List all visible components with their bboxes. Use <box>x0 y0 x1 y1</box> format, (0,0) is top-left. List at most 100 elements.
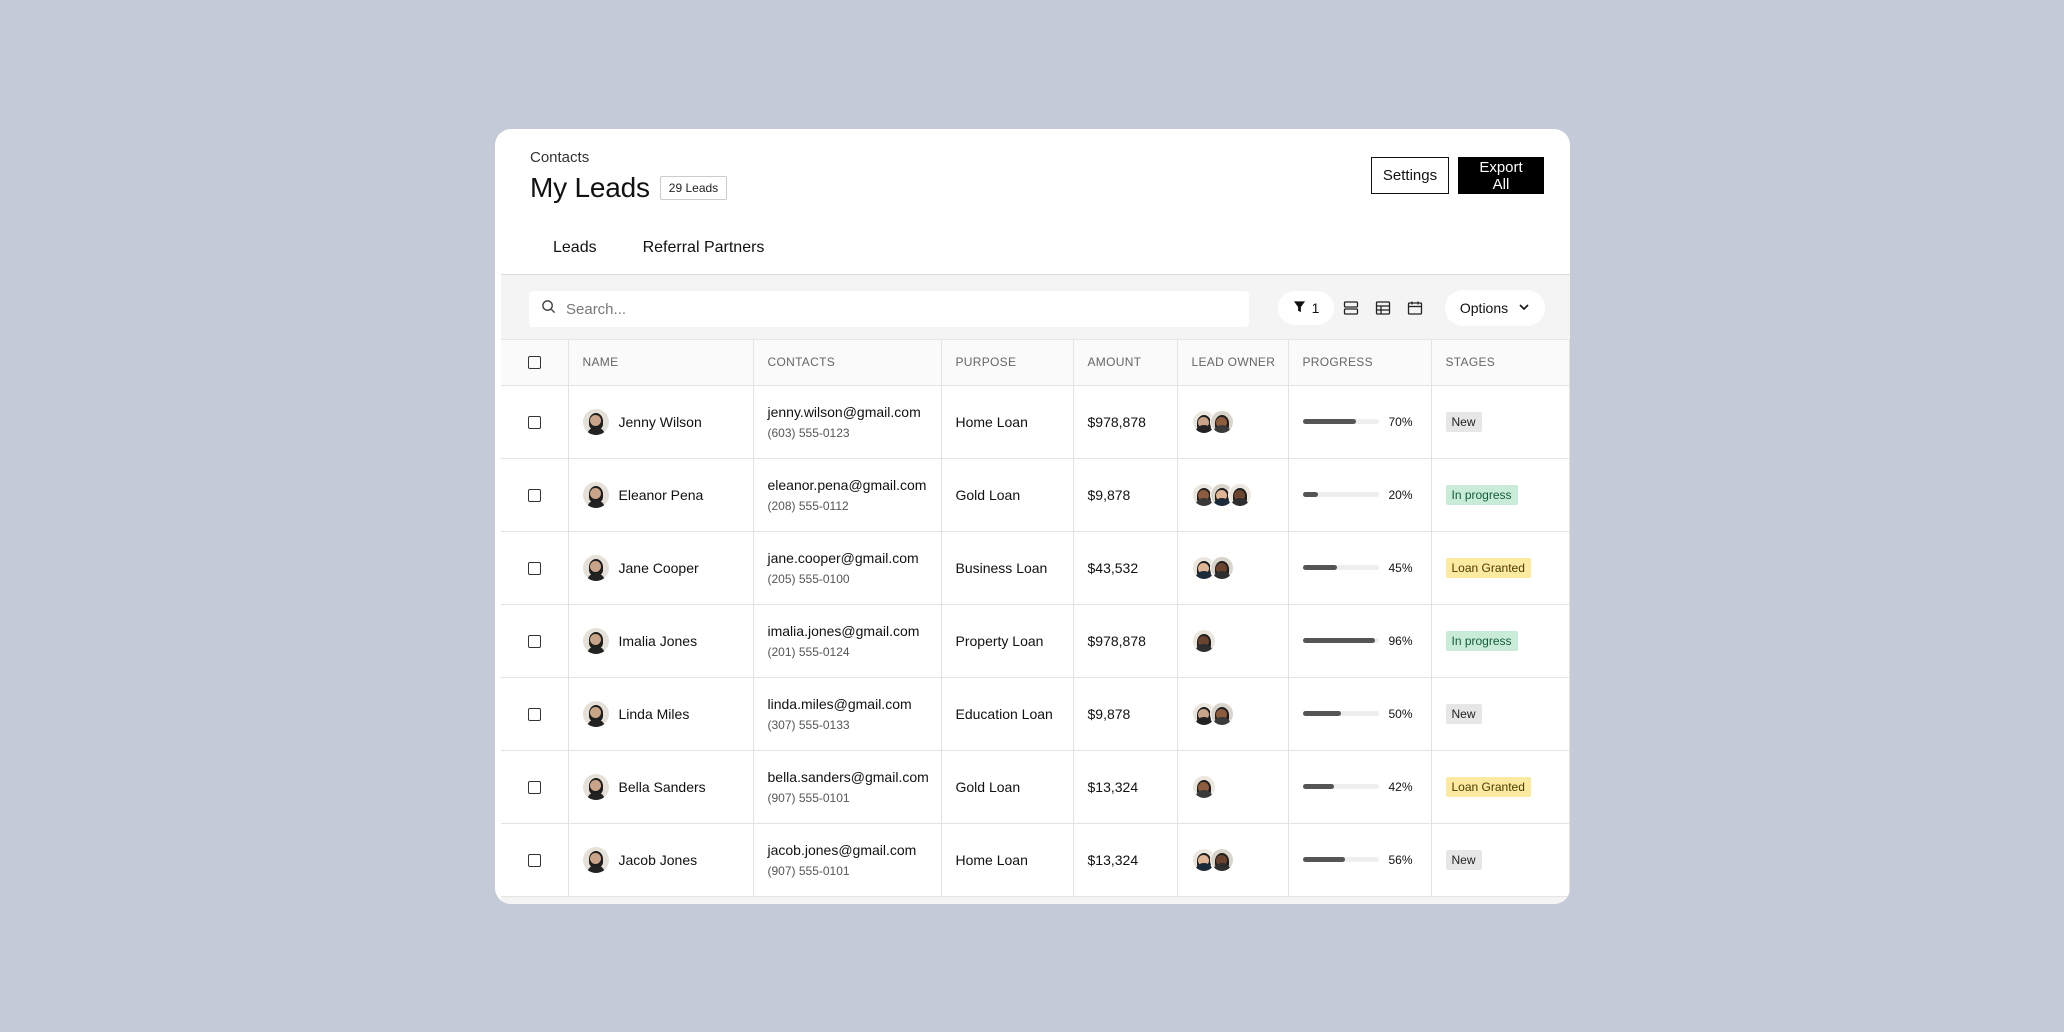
owner-avatars <box>1191 847 1288 872</box>
amount-cell: $13,324 <box>1073 750 1178 824</box>
contacts-cell: bella.sanders@gmail.com (907) 555-0101 <box>753 750 942 824</box>
progress-fill <box>1302 638 1376 643</box>
lead-name[interactable]: Jacob Jones <box>619 852 698 868</box>
owner-avatar[interactable] <box>1209 409 1234 434</box>
contact-email[interactable]: imalia.jones@gmail.com <box>768 623 941 639</box>
select-all-checkbox[interactable] <box>527 356 541 370</box>
name-cell: Eleanor Pena <box>568 458 754 532</box>
options-label: Options <box>1459 300 1509 316</box>
options-dropdown[interactable]: Options <box>1445 290 1545 326</box>
owner-avatar[interactable] <box>1191 774 1216 799</box>
amount-cell: $43,532 <box>1073 531 1178 605</box>
breadcrumb[interactable]: Contacts <box>530 149 589 166</box>
table-view-icon[interactable] <box>1375 300 1391 316</box>
owner-avatar[interactable] <box>1209 555 1234 580</box>
contact-email[interactable]: bella.sanders@gmail.com <box>768 769 941 785</box>
contact-phone: (603) 555-0123 <box>767 425 850 440</box>
column-header-progress[interactable]: PROGRESS <box>1288 340 1432 386</box>
progress-cell: 96% <box>1288 604 1432 678</box>
tab-referral-partners[interactable]: Referral Partners <box>620 227 788 281</box>
calendar-view-icon[interactable] <box>1407 300 1423 316</box>
name-cell: Linda Miles <box>568 677 754 751</box>
owner-avatar[interactable] <box>1209 847 1234 872</box>
search-box[interactable] <box>529 291 1249 327</box>
contact-email[interactable]: linda.miles@gmail.com <box>768 696 941 712</box>
settings-button[interactable]: Settings <box>1371 157 1449 194</box>
column-header-contacts[interactable]: CONTACTS <box>753 340 942 386</box>
progress-percent: 50% <box>1388 706 1413 721</box>
avatar <box>582 408 609 435</box>
stage-cell: New <box>1431 677 1570 751</box>
select-all-header <box>501 340 569 386</box>
progress-percent: 45% <box>1388 560 1413 575</box>
amount-cell: $9,878 <box>1073 677 1178 751</box>
amount-cell: $13,324 <box>1073 823 1178 897</box>
table-row[interactable]: Bella Sanders bella.sanders@gmail.com (9… <box>501 750 1570 824</box>
column-header-stages[interactable]: STAGES <box>1431 340 1570 386</box>
row-checkbox[interactable] <box>527 854 541 868</box>
table-row[interactable]: Imalia Jones imalia.jones@gmail.com (201… <box>501 604 1570 678</box>
contact-email[interactable]: jenny.wilson@gmail.com <box>768 404 941 420</box>
purpose-cell: Education Loan <box>941 677 1074 751</box>
filter-button[interactable]: 1 <box>1278 291 1334 325</box>
progress-percent: 96% <box>1388 633 1413 648</box>
progress-bar <box>1302 419 1379 424</box>
list-view-icon[interactable] <box>1343 300 1359 316</box>
leads-content: 1 Options <box>501 274 1570 904</box>
progress-fill <box>1302 711 1341 716</box>
contact-phone: (201) 555-0124 <box>767 644 850 659</box>
stage-badge: In progress <box>1445 484 1518 505</box>
column-header-name[interactable]: NAME <box>568 340 754 386</box>
row-checkbox[interactable] <box>527 708 541 722</box>
column-header-amount[interactable]: AMOUNT <box>1073 340 1178 386</box>
column-header-purpose[interactable]: PURPOSE <box>941 340 1074 386</box>
export-all-button[interactable]: Export All <box>1458 157 1544 194</box>
owner-avatars <box>1191 482 1288 507</box>
table-row[interactable]: Eleanor Pena eleanor.pena@gmail.com (208… <box>501 458 1570 532</box>
column-header-lead-owner[interactable]: LEAD OWNER <box>1177 340 1289 386</box>
lead-name[interactable]: Jenny Wilson <box>619 414 702 430</box>
owner-avatar[interactable] <box>1209 701 1234 726</box>
contact-email[interactable]: eleanor.pena@gmail.com <box>768 477 941 493</box>
stage-cell: In progress <box>1431 604 1570 678</box>
row-checkbox[interactable] <box>527 781 541 795</box>
stage-cell: New <box>1431 385 1570 459</box>
amount-cell: $978,878 <box>1073 604 1178 678</box>
filter-count: 1 <box>1311 300 1320 316</box>
progress-fill <box>1302 857 1346 862</box>
lead-name[interactable]: Jane Cooper <box>619 560 699 576</box>
owner-avatars <box>1191 628 1288 653</box>
lead-owner-cell <box>1177 750 1289 824</box>
table-row[interactable]: Jacob Jones jacob.jones@gmail.com (907) … <box>501 823 1570 897</box>
row-select-cell <box>501 604 569 678</box>
search-input[interactable] <box>566 300 1216 318</box>
table-row[interactable]: Jane Cooper jane.cooper@gmail.com (205) … <box>501 531 1570 605</box>
page-title: My Leads <box>530 172 650 203</box>
avatar <box>582 700 609 727</box>
contact-email[interactable]: jacob.jones@gmail.com <box>768 842 941 858</box>
progress-fill <box>1302 492 1318 497</box>
row-checkbox[interactable] <box>527 416 541 430</box>
lead-name[interactable]: Bella Sanders <box>619 779 706 795</box>
table-row[interactable]: Linda Miles linda.miles@gmail.com (307) … <box>501 677 1570 751</box>
lead-name[interactable]: Imalia Jones <box>619 633 698 649</box>
tab-leads[interactable]: Leads <box>530 227 620 281</box>
owner-avatar[interactable] <box>1227 482 1252 507</box>
row-checkbox[interactable] <box>527 562 541 576</box>
contact-email[interactable]: jane.cooper@gmail.com <box>768 550 941 566</box>
progress-percent: 20% <box>1388 487 1413 502</box>
progress-percent: 56% <box>1388 852 1413 867</box>
stage-cell: Loan Granted <box>1431 750 1570 824</box>
progress-bar <box>1302 638 1379 643</box>
owner-avatars <box>1191 409 1288 434</box>
progress-bar <box>1302 711 1379 716</box>
row-checkbox[interactable] <box>527 635 541 649</box>
lead-name[interactable]: Eleanor Pena <box>619 487 704 503</box>
lead-name[interactable]: Linda Miles <box>619 706 690 722</box>
row-checkbox[interactable] <box>527 489 541 503</box>
lead-owner-cell <box>1177 385 1289 459</box>
table-row[interactable]: Jenny Wilson jenny.wilson@gmail.com (603… <box>501 385 1570 459</box>
owner-avatar[interactable] <box>1191 628 1216 653</box>
lead-owner-cell <box>1177 458 1289 532</box>
contacts-cell: imalia.jones@gmail.com (201) 555-0124 <box>753 604 942 678</box>
